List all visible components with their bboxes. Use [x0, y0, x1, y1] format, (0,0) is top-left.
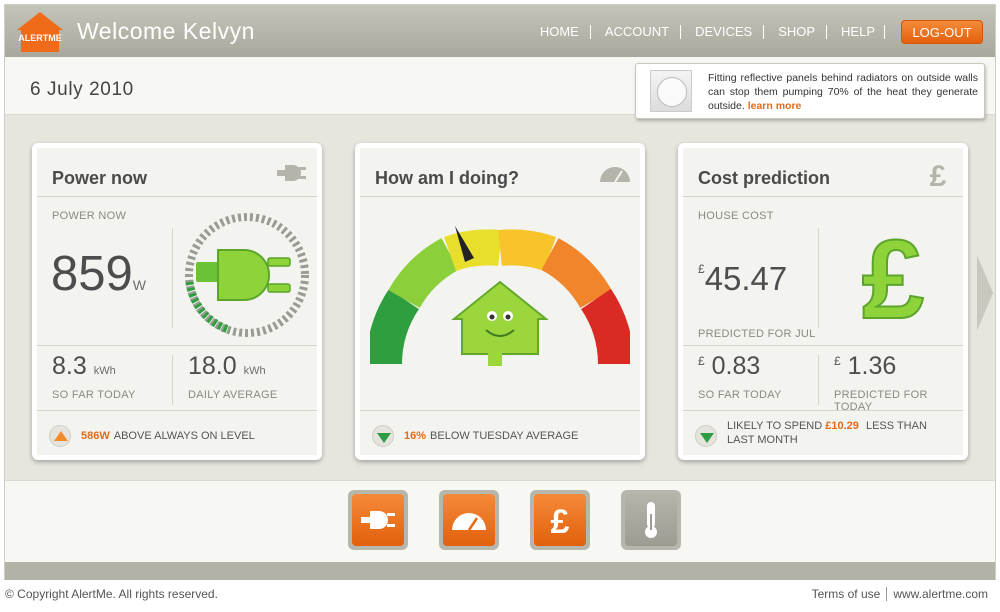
alertme-logo[interactable]: ALERTME — [15, 10, 65, 54]
bottom-nav: £ — [5, 480, 995, 562]
monthly-cost: £45.47 — [698, 260, 788, 297]
power-value: 859W — [51, 247, 146, 301]
doing-view-button[interactable] — [439, 490, 499, 550]
site-link[interactable]: www.alertme.com — [887, 587, 994, 601]
power-view-button[interactable] — [348, 490, 408, 550]
daily-average-label: DAILY AVERAGE — [188, 389, 278, 401]
doing-status: 16% BELOW TUESDAY AVERAGE — [372, 425, 578, 447]
logo-text: ALERTME — [18, 33, 62, 43]
tip-text: Fitting reflective panels behind radiato… — [708, 71, 978, 113]
house-cost-label: HOUSE COST — [698, 210, 774, 222]
power-unit: W — [132, 277, 146, 293]
energy-tip: Fitting reflective panels behind radiato… — [635, 63, 985, 119]
svg-text:£: £ — [930, 160, 947, 188]
nav-home[interactable]: HOME — [526, 25, 591, 39]
predicted-month-label: PREDICTED FOR JUL — [698, 328, 816, 340]
header: ALERTME Welcome Kelvyn HOME ACCOUNT DEVI… — [5, 5, 995, 57]
so-far-kwh: 8.3 kWh — [52, 352, 116, 380]
temperature-view-button[interactable] — [621, 490, 681, 550]
panel-title: Power now — [52, 168, 148, 188]
svg-text:£: £ — [551, 503, 570, 538]
power-now-panel: Power now POWER NOW 859W 8.3 kWh SO FAR … — [32, 143, 322, 460]
cost-view-button[interactable]: £ — [530, 490, 590, 550]
main-nav: HOME ACCOUNT DEVICES SHOP HELP — [526, 25, 885, 39]
panel-title: Cost prediction — [698, 168, 831, 188]
date-bar: 6 July 2010 Fitting reflective panels be… — [5, 57, 995, 119]
cost-so-far: £ 0.83 — [698, 352, 761, 380]
thermometer-icon — [645, 502, 657, 538]
power-now-label: POWER NOW — [52, 210, 127, 222]
panel-title: How am I doing? — [375, 168, 519, 188]
pound-icon: £ — [551, 503, 570, 538]
learn-more-link[interactable]: learn more — [748, 100, 802, 112]
copyright: © Copyright AlertMe. All rights reserved… — [5, 587, 218, 601]
thermostat-image — [650, 70, 692, 112]
nav-shop[interactable]: SHOP — [764, 25, 828, 39]
down-arrow-icon — [372, 425, 394, 447]
svg-text:£: £ — [862, 217, 924, 334]
current-date: 6 July 2010 — [30, 79, 134, 100]
cost-predicted-today: £ 1.36 — [834, 352, 897, 380]
down-arrow-icon — [695, 425, 717, 447]
logout-button[interactable]: LOG-OUT — [901, 20, 983, 44]
nav-account[interactable]: ACCOUNT — [591, 25, 682, 39]
cost-prediction-panel: Cost prediction £ HOUSE COST £45.47 PRED… — [678, 143, 968, 460]
nav-help[interactable]: HELP — [827, 25, 885, 39]
plug-icon — [361, 511, 395, 529]
gauge-icon — [452, 513, 486, 531]
power-dial — [182, 210, 312, 340]
terms-link[interactable]: Terms of use — [805, 587, 888, 601]
how-am-i-doing-panel: How am I doing? 16% BELOW TUESDAY AVERAG… — [355, 143, 645, 460]
up-arrow-icon — [49, 425, 71, 447]
footer-strip — [5, 562, 995, 580]
big-pound-icon: £ — [853, 214, 933, 343]
plug-icon — [275, 160, 307, 186]
power-status: 586W ABOVE ALWAYS ON LEVEL — [49, 425, 255, 447]
cost-so-far-label: SO FAR TODAY — [698, 389, 782, 401]
rating-gauge — [366, 204, 634, 404]
daily-average-kwh: 18.0 kWh — [188, 352, 266, 380]
cost-status: LIKELY TO SPEND £10.29 LESS THAN LAST MO… — [695, 419, 947, 447]
footer-links: Terms of use www.alertme.com — [805, 587, 994, 601]
next-arrow-icon[interactable] — [975, 253, 995, 333]
app-window: ALERTME Welcome Kelvyn HOME ACCOUNT DEVI… — [4, 4, 996, 580]
so-far-label: SO FAR TODAY — [52, 389, 136, 401]
gauge-icon — [598, 160, 630, 186]
nav-devices[interactable]: DEVICES — [681, 25, 765, 39]
welcome-title: Welcome Kelvyn — [77, 18, 255, 44]
pound-icon: £ — [927, 160, 949, 193]
